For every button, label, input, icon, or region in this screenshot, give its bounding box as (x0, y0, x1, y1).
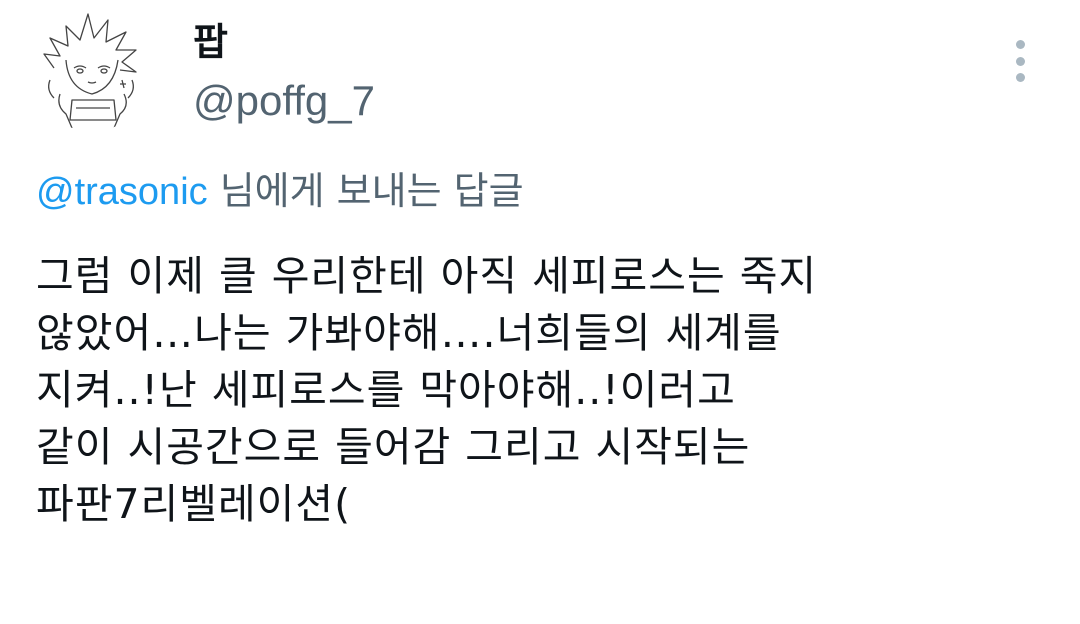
author-handle[interactable]: @poffg_7 (193, 76, 375, 126)
tweet-text-line: 파판7리벨레이션( (36, 480, 352, 528)
tweet-text-line: 그럼 이제 클 우리한테 아직 세피로스는 죽지 (36, 252, 818, 300)
anime-sketch-avatar-icon (43, 13, 137, 129)
author-display-name[interactable]: 팝 (193, 18, 228, 66)
more-vertical-icon (1015, 40, 1025, 49)
replying-to: @trasonic 님에게 보내는 답글 (36, 166, 524, 217)
more-dot (1015, 73, 1025, 82)
more-dot (1015, 56, 1025, 66)
avatar[interactable] (36, 10, 148, 132)
tweet-text-line: 않았어…나는 가봐야해….너희들의 세계를 (36, 309, 782, 357)
tweet-text-line: 지켜..!난 세피로스를 막아야해..!이러고 (36, 366, 736, 414)
tweet-text-line: 같이 시공간으로 들어감 그리고 시작되는 (36, 423, 751, 471)
tweet-text: 그럼 이제 클 우리한테 아직 세피로스는 죽지 않았어…나는 가봐야해….너희… (36, 248, 1046, 533)
reply-suffix: 님에게 보내는 답글 (207, 169, 524, 213)
tweet-container: 팝 @poffg_7 @trasonic 님에게 보내는 답글 그럼 이제 클 … (0, 0, 1080, 624)
more-options-button[interactable] (1000, 36, 1040, 86)
reply-mention-link[interactable]: @trasonic (36, 171, 208, 213)
